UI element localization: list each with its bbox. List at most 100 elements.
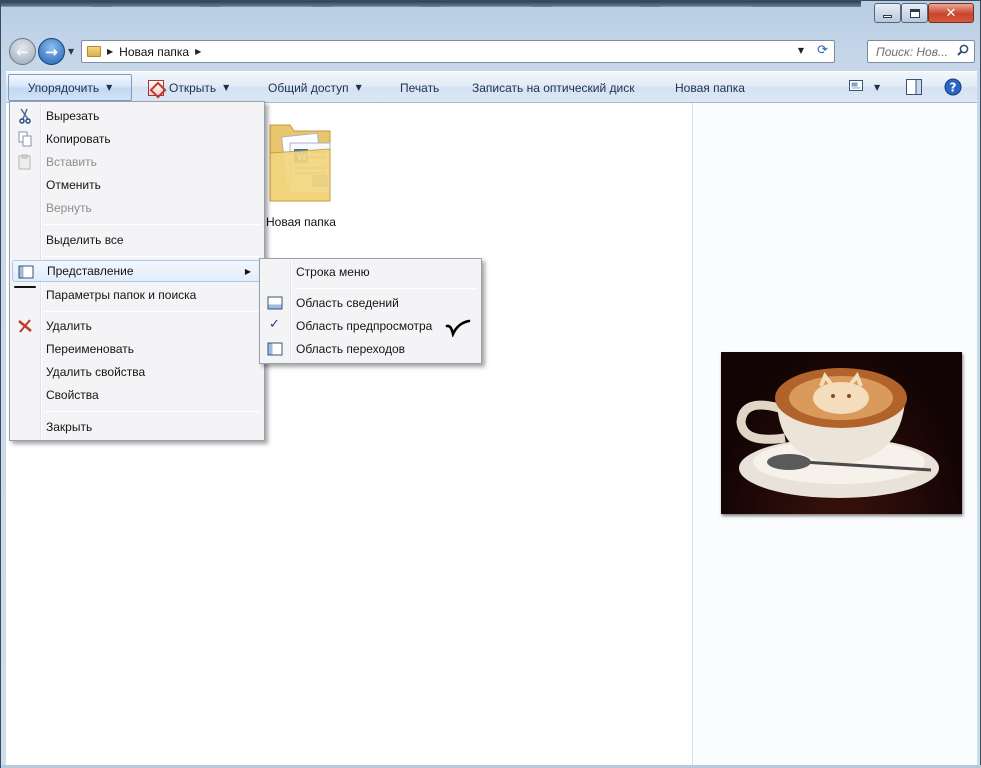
minimize-icon [883,14,892,18]
submenu-item-navigation-pane[interactable]: Область переходов [262,338,479,360]
search-icon[interactable] [957,44,969,56]
refresh-icon[interactable]: ⟳ [817,43,828,58]
menu-item-label: Область предпросмотра [296,319,433,333]
menu-item-remove-properties[interactable]: Удалить свойства [12,361,262,383]
arrow-left-icon: ← [16,42,29,61]
menu-item-label: Параметры папок и поиска [46,288,197,302]
scissors-icon [19,108,31,124]
submenu-item-menu-bar[interactable]: Строка меню [262,261,479,283]
view-dropdown-icon[interactable]: ▼ [874,72,880,103]
menu-item-label: Область сведений [296,296,399,310]
menu-item-label: Представление [47,264,134,278]
command-bar: Упорядочить ▼ Открыть ▼ Общий доступ ▼ Печа… [6,71,977,103]
menu-item-label: Выделить все [46,233,124,247]
breadcrumb-separator-icon[interactable]: ▶ [107,47,113,56]
submenu-item-details-pane[interactable]: Область сведений [262,292,479,314]
menu-separator [44,256,260,257]
layout-icon [18,265,34,279]
recent-pages-dropdown[interactable]: ▼ [68,47,74,56]
share-label: Общий доступ [268,80,349,95]
menu-item-label: Вернуть [46,201,92,215]
view-icon[interactable] [849,79,863,92]
hand-drawn-check-icon [445,319,471,337]
details-pane-icon [267,296,283,310]
help-icon[interactable]: ? [944,78,962,96]
forward-button[interactable]: → [38,38,65,65]
search-input[interactable]: Поиск: Нов... [867,40,975,63]
menu-item-select-all[interactable]: Выделить все [12,229,262,251]
print-label: Печать [400,80,440,95]
menu-item-label: Удалить свойства [46,365,146,379]
svg-text:?: ? [950,81,957,95]
close-button[interactable]: ✕ [928,3,974,23]
navigation-pane-icon [267,342,283,356]
minimize-button[interactable] [874,3,901,23]
new-folder-label: Новая папка [675,80,745,95]
new-folder-button[interactable]: Новая папка [675,72,745,103]
menu-item-copy[interactable]: Копировать [12,128,262,150]
breadcrumb-separator-icon[interactable]: ▶ [195,47,201,56]
menu-separator [44,411,260,412]
open-button[interactable]: Открыть ▼ [148,72,229,103]
submenu-arrow-icon: ▶ [244,266,251,276]
menu-item-rename[interactable]: Переименовать [12,338,262,360]
menu-item-label: Вырезать [46,109,100,123]
menu-item-cut[interactable]: Вырезать [12,105,262,127]
explorer-window: ✕ ← → ▼ ▶ Новая папка ▶ ▼ ⟳ Поиск: Нов..… [0,0,981,768]
layout-submenu: Строка меню Область сведений ✓ Область п… [259,258,482,364]
maximize-icon [909,8,920,18]
folder-icon: W [269,124,330,202]
chevron-down-icon: ▼ [106,83,113,92]
menu-separator [44,311,260,312]
address-history-dropdown[interactable]: ▼ [798,46,804,55]
folder-item[interactable]: W Новая папка [256,113,346,229]
menu-item-label: Вставить [46,155,97,169]
menu-item-label: Свойства [46,388,99,402]
address-bar[interactable]: ▶ Новая папка ▶ ▼ ⟳ [81,40,835,63]
open-icon [148,79,164,96]
menu-item-folder-options[interactable]: Параметры папок и поиска [12,284,262,306]
menu-separator [294,288,477,289]
folder-name: Новая папка [266,215,336,229]
preview-pane-icon[interactable] [906,79,922,95]
close-icon: ✕ [945,5,957,21]
organize-menu: Вырезать Копировать Вставить Отменить Ве… [9,101,265,441]
maximize-button[interactable] [901,3,928,23]
menu-item-close[interactable]: Закрыть [12,416,262,438]
menu-item-label: Область переходов [296,342,406,356]
preview-pane [692,103,977,765]
taskbar-strip [1,1,861,7]
burn-button[interactable]: Записать на оптический диск [472,72,635,103]
print-button[interactable]: Печать [400,72,439,103]
window-controls: ✕ [874,3,974,23]
menu-item-label: Закрыть [46,420,93,434]
menu-item-undo[interactable]: Отменить [12,174,262,196]
menu-separator [44,224,260,225]
folder-icon [87,46,101,57]
open-label: Открыть [169,80,217,95]
search-placeholder: Поиск: Нов... [876,44,948,59]
menu-item-label: Удалить [46,319,92,333]
checkmark-icon: ✓ [269,317,280,332]
chevron-down-icon: ▼ [223,83,230,92]
menu-item-label: Строка меню [296,265,370,279]
copy-icon [18,131,32,147]
menu-item-label: Отменить [46,178,101,192]
organize-label: Упорядочить [27,80,100,95]
menu-item-properties[interactable]: Свойства [12,384,262,406]
breadcrumb-item[interactable]: Новая папка [119,45,189,59]
delete-icon [18,319,32,333]
chevron-down-icon: ▼ [355,83,362,92]
menu-item-paste: Вставить [12,151,262,173]
menu-item-label: Переименовать [46,342,134,356]
preview-image [721,352,962,514]
burn-label: Записать на оптический диск [472,80,635,95]
back-button[interactable]: ← [9,38,36,65]
paste-icon [18,154,31,170]
arrow-right-icon: → [45,42,58,61]
menu-item-delete[interactable]: Удалить [12,315,262,337]
menu-item-layout[interactable]: Представление ▶ [12,260,262,282]
organize-button[interactable]: Упорядочить ▼ [8,74,132,101]
share-button[interactable]: Общий доступ ▼ [268,72,362,103]
menu-item-label: Копировать [46,132,111,146]
